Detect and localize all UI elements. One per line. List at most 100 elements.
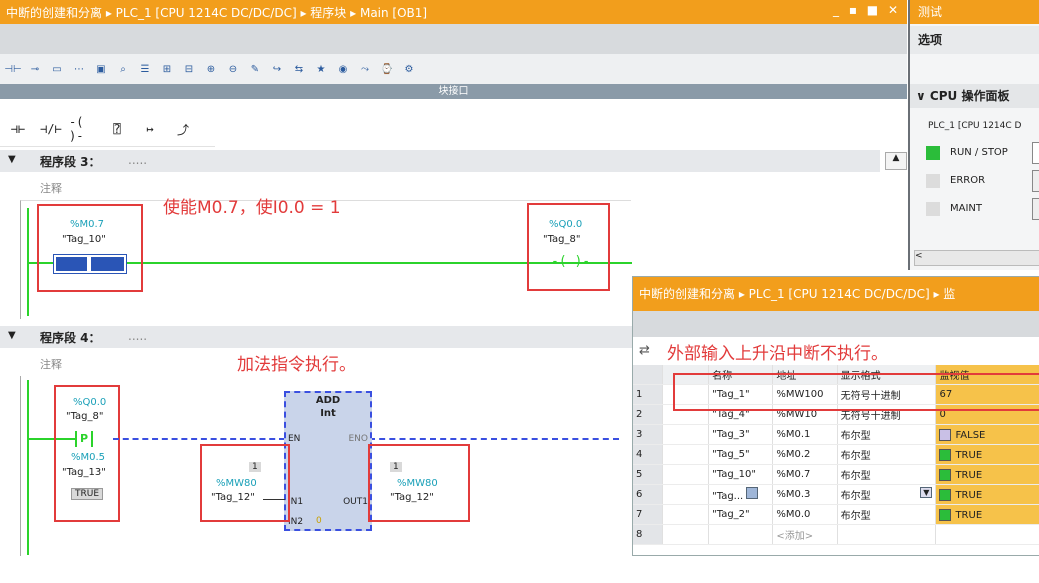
row-address[interactable]: %M0.2 [772,444,838,465]
coil-icon[interactable]: ⊸ [26,61,44,77]
row-address[interactable]: %M0.1 [772,424,838,445]
cpu-device-label: PLC_1 [CPU 1214C D [928,121,1022,131]
editor-breadcrumb: 中断的创建和分离 ▸ PLC_1 [CPU 1214C DC/DC/DC] ▸ … [6,6,428,20]
out1-tag[interactable]: "Tag_12" [390,492,434,503]
horizontal-scrollbar[interactable]: < [914,250,1039,266]
box-icon[interactable]: ▭ [48,61,66,77]
row-format[interactable]: 布尔型 [837,424,937,445]
no-contact-icon[interactable]: ⊣⊢ [3,118,33,140]
network-3-title: 程序段 3： [40,155,101,169]
network-4-title-field[interactable]: ..... [128,329,147,343]
collapse-triangle-icon[interactable]: ▼ [8,330,16,341]
settings-icon[interactable]: ⚙ [400,61,418,77]
close-branch-icon[interactable]: ⤴ [168,118,198,140]
row1-highlight [673,373,1039,411]
row-name[interactable] [708,524,774,545]
eno-pin: ENO [348,434,368,444]
insert-icon[interactable]: ⊞ [158,61,176,77]
in1-tag[interactable]: "Tag_12" [211,492,255,503]
row-icon-cell [662,444,710,465]
add-instruction-box[interactable]: ADD Int EN ENO IN1 OUT1 IN2 0 [284,391,372,531]
monitor-icon[interactable]: ▣ [92,61,110,77]
breakpoint-icon[interactable]: ◉ [334,61,352,77]
watch-icon[interactable]: ⌚ [378,61,396,77]
network-icon[interactable]: ⋯ [70,61,88,77]
open-branch-icon[interactable]: ↦ [135,118,165,140]
p-edge-contact[interactable]: P [57,431,113,447]
bool-false-icon [939,428,952,441]
collapse-triangle-icon[interactable]: ▼ [8,154,16,165]
bool-true-icon [939,448,952,461]
m05-address: %M0.5 [71,452,106,463]
row-format[interactable]: 布尔型 [837,504,937,525]
coil-instr-icon[interactable]: -( )- [69,115,99,143]
network-3-title-field[interactable]: ..... [128,153,147,167]
run-button[interactable] [1032,142,1039,164]
tag-browse-icon[interactable] [746,487,759,499]
network-3-header[interactable]: ▼ 程序段 3： ..... [0,150,880,172]
nc-contact-icon[interactable]: ⊣/⊢ [36,118,66,140]
step-icon[interactable]: ⤳ [356,61,374,77]
in1-wire [263,499,285,500]
scroll-up-icon[interactable]: ▲ [885,152,907,170]
mres-button[interactable] [1032,198,1039,220]
cpu-panel-header[interactable]: ∨ CPU 操作面板 [910,84,1039,108]
contact-icon[interactable]: ⊣⊢ [4,61,22,77]
add-type[interactable]: Int [286,408,370,419]
goto-icon[interactable]: ↪ [268,61,286,77]
q00-coil[interactable]: -( )- [551,254,590,269]
chevron-down-icon: ∨ [916,89,930,103]
scroll-left-icon[interactable]: < [915,251,923,261]
table-row[interactable]: 7 "Tag_2" %M0.0 布尔型 TRUE [633,504,1039,525]
network-4-comment[interactable]: 注释 [40,356,62,372]
dropdown-chevron-icon[interactable]: ▼ [920,487,933,498]
collapse-icon[interactable]: ⊖ [224,61,242,77]
block-interface-bar[interactable]: 块接口 [0,84,907,99]
add-title: ADD [315,395,341,406]
row-format[interactable] [837,524,937,545]
expand-icon[interactable]: ⊕ [202,61,220,77]
maint-label: MAINT [950,203,983,214]
row-address[interactable]: %M0.0 [772,504,838,525]
options-header[interactable]: 选项 [910,26,1039,54]
table-row[interactable]: 3 "Tag_3" %M0.1 布尔型 FALSE [633,424,1039,445]
network-3-comment[interactable]: 注释 [40,180,62,196]
row-monitor-value: TRUE [935,464,1039,485]
row-name[interactable]: "Tag_3" [708,424,774,445]
zoom-icon[interactable]: ⌕ [114,61,132,77]
row-format[interactable]: 布尔型 ▼ [837,484,937,505]
favorites-icon[interactable]: ★ [312,61,330,77]
row-format[interactable]: 布尔型 [837,464,937,485]
in2-pin: IN2 [288,517,304,527]
window-buttons[interactable]: _ ▪ ■ ✕ [833,3,901,17]
watch-table-window: 中断的创建和分离 ▸ PLC_1 [CPU 1214C DC/DC/DC] ▸ … [632,276,1039,556]
row-index: 2 [633,404,663,425]
empty-box-icon[interactable]: ⍰ [102,118,132,140]
comment-icon[interactable]: ✎ [246,61,264,77]
table-row[interactable]: 4 "Tag_5" %M0.2 布尔型 TRUE [633,444,1039,465]
add-new-row[interactable]: <添加> [772,524,838,545]
row-name-text: "Tag... [712,491,744,502]
table-row[interactable]: 6 "Tag... %M0.3 布尔型 ▼ TRUE [633,484,1039,505]
row-monitor-value: TRUE [935,484,1039,505]
row-format[interactable]: 布尔型 [837,444,937,465]
row-monitor-value: FALSE [935,424,1039,445]
row-name[interactable]: "Tag_10" [708,464,774,485]
row-address[interactable]: %M0.7 [772,464,838,485]
m07-contact[interactable] [53,254,127,274]
table-row[interactable]: 8 <添加> [633,524,1039,545]
watch-toolbar-icon[interactable]: ⇄ [639,343,650,358]
row-name[interactable]: "Tag_2" [708,504,774,525]
list-icon[interactable]: ☰ [136,61,154,77]
bool-true-icon [939,488,952,501]
row-name[interactable]: "Tag... [708,484,774,505]
table-row[interactable]: 5 "Tag_10" %M0.7 布尔型 TRUE [633,464,1039,485]
delete-icon[interactable]: ⊟ [180,61,198,77]
in2-value[interactable]: 0 [316,516,322,526]
stop-button[interactable] [1032,170,1039,192]
absolute-icon[interactable]: ⇆ [290,61,308,77]
m05-value: TRUE [71,488,104,500]
row-name[interactable]: "Tag_5" [708,444,774,465]
row-address[interactable]: %M0.3 [772,484,838,505]
cpu-panel-title: CPU 操作面板 [929,89,1010,103]
